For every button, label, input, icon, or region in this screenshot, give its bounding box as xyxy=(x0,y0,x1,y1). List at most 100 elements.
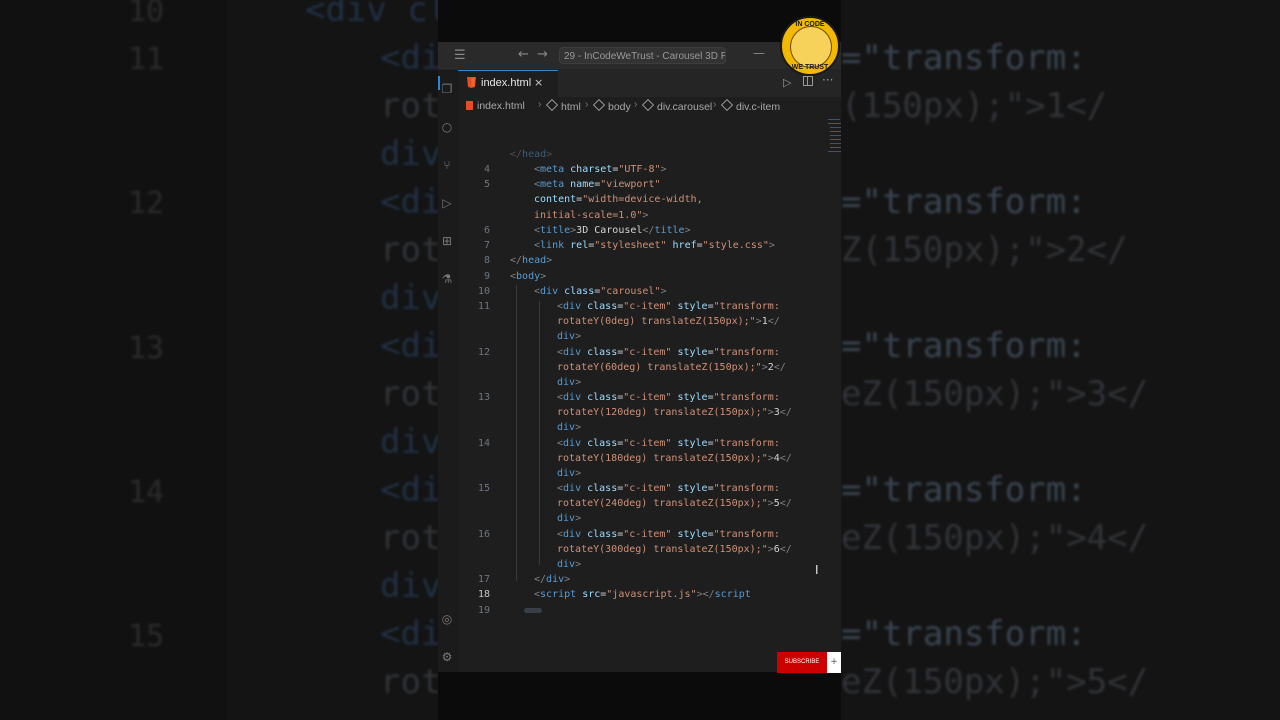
code-line: <link rel="stylesheet" href="style.css"> xyxy=(534,240,775,251)
code-line: rotateY(120deg) translateZ(150px);">3</ xyxy=(557,407,792,418)
breadcrumb-item[interactable]: div.carousel xyxy=(641,98,712,113)
line-number: 19 xyxy=(477,605,490,616)
chevron-right-icon: › xyxy=(713,99,717,110)
indent-guide xyxy=(516,285,517,581)
tab-index-html[interactable]: index.html × xyxy=(458,70,558,97)
subscribe-button[interactable]: SUBSCRIBE xyxy=(777,652,827,673)
breadcrumb-item[interactable]: div.c-item xyxy=(720,98,780,113)
indent-guide xyxy=(539,301,540,565)
breadcrumb-item[interactable]: index.html xyxy=(466,100,525,112)
bg-code-fragment: <di xyxy=(380,38,438,78)
more-actions-icon[interactable]: ··· xyxy=(822,73,833,87)
code-line: div> xyxy=(557,331,582,342)
code-line: <div class="c-item" style="transform: xyxy=(557,483,780,494)
run-icon[interactable]: ▷ xyxy=(783,76,791,89)
bg-code-fragment: <di xyxy=(380,470,438,510)
close-icon[interactable]: × xyxy=(534,76,543,89)
background-left-panel: 10 11 12 13 14 15 <div cl <di rot div <d… xyxy=(0,0,438,720)
code-line: <div class="carousel"> xyxy=(534,286,667,297)
element-icon xyxy=(641,98,655,112)
plus-button[interactable]: + xyxy=(827,652,841,673)
account-icon[interactable]: ◎ xyxy=(440,612,454,626)
minimap[interactable] xyxy=(824,115,841,160)
bg-code-fragment: <div cl xyxy=(305,0,438,30)
bg-code-fragment: div xyxy=(380,278,438,318)
testing-icon[interactable]: ⚗ xyxy=(440,272,454,286)
line-number: 4 xyxy=(483,164,490,175)
bg-code-fragment: rot xyxy=(380,374,438,414)
bg-code-fragment: ="transform: xyxy=(841,470,1087,510)
element-icon xyxy=(720,98,734,112)
line-number: 11 xyxy=(477,301,490,312)
bg-line-number: 13 xyxy=(128,331,165,366)
command-center-search[interactable]: 29 - InCodeWeTrust - Carousel 3D Rota xyxy=(559,47,726,64)
back-arrow-icon[interactable]: ← xyxy=(518,47,529,62)
explorer-icon[interactable]: ❐ xyxy=(440,82,454,96)
settings-gear-icon[interactable]: ⚙ xyxy=(440,650,454,664)
bg-line-number: 15 xyxy=(128,619,165,654)
code-line: rotateY(180deg) translateZ(150px);">4</ xyxy=(557,453,792,464)
line-number: 15 xyxy=(477,483,490,494)
bg-code-fragment: ="transform: xyxy=(841,614,1087,654)
bg-code-fragment: eZ(150px);">3</ xyxy=(841,374,1149,414)
code-line: rotateY(60deg) translateZ(150px);">2</ xyxy=(557,362,786,373)
ghost-text-cursor xyxy=(524,608,542,613)
code-line: <body> xyxy=(510,271,547,282)
code-line: rotateY(240deg) translateZ(150px);">5</ xyxy=(557,498,792,509)
extensions-icon[interactable]: ⊞ xyxy=(440,234,454,248)
code-line: div> xyxy=(557,468,582,479)
minimize-icon[interactable]: — xyxy=(753,46,765,60)
forward-arrow-icon[interactable]: → xyxy=(537,47,548,62)
bg-code-fragment: eZ(150px);">4</ xyxy=(841,518,1149,558)
bg-code-fragment: ="transform: xyxy=(841,182,1087,222)
breadcrumb-item[interactable]: html xyxy=(545,98,581,113)
search-icon[interactable]: ○ xyxy=(440,120,454,134)
code-area[interactable]: 4 5 6 7 8 9 10 11 12 13 14 15 16 17 18 1… xyxy=(458,115,841,672)
element-icon xyxy=(545,98,559,112)
channel-logo: IN CODE WE TRUST xyxy=(780,16,840,76)
bg-code-fragment: <di xyxy=(380,326,438,366)
code-line: <title>3D Carousel</title> xyxy=(534,225,691,236)
bg-code-fragment: rot xyxy=(380,662,438,702)
split-editor-icon[interactable] xyxy=(803,76,813,86)
bg-code-fragment: div xyxy=(380,134,438,174)
code-line: rotateY(300deg) translateZ(150px);">6</ xyxy=(557,544,792,555)
bg-code-fragment: Z(150px);">2</ xyxy=(841,230,1128,270)
line-number: 12 xyxy=(477,347,490,358)
bg-code-fragment: <di xyxy=(380,182,438,222)
bg-code-fragment: ="transform: xyxy=(841,326,1087,366)
chevron-right-icon: › xyxy=(585,99,589,110)
tab-label: index.html xyxy=(481,77,532,89)
line-number: 17 xyxy=(477,574,490,585)
run-debug-icon[interactable]: ▷ xyxy=(440,196,454,210)
breadcrumb-item[interactable]: body xyxy=(592,98,631,113)
bg-line-number: 10 xyxy=(128,0,165,29)
logo-badge xyxy=(790,26,832,68)
background-right-panel: ="transform: (150px);">1</ ="transform: … xyxy=(841,0,1280,720)
line-number: 16 xyxy=(477,529,490,540)
hamburger-icon[interactable]: ☰ xyxy=(454,48,466,63)
code-line: <meta name="viewport" xyxy=(534,179,661,190)
code-line: div> xyxy=(557,559,582,570)
line-number: 13 xyxy=(477,392,490,403)
bg-line-number: 11 xyxy=(128,42,165,77)
bg-code-fragment: <di xyxy=(380,614,438,654)
line-number: 6 xyxy=(483,225,490,236)
code-line: <div class="c-item" style="transform: xyxy=(557,529,780,540)
code-line: div> xyxy=(557,377,582,388)
code-line: div> xyxy=(557,422,582,433)
code-line: <div class="c-item" style="transform: xyxy=(557,301,780,312)
chevron-right-icon: › xyxy=(538,99,542,110)
html-file-icon xyxy=(467,77,476,88)
line-number: 8 xyxy=(483,255,490,266)
source-control-icon[interactable]: ⑂ xyxy=(440,158,454,172)
tab-bar: index.html × ▷ ··· xyxy=(458,70,841,97)
code-line: <div class="c-item" style="transform: xyxy=(557,347,780,358)
code-line: <div class="c-item" style="transform: xyxy=(557,438,780,449)
bg-code-fragment: rot xyxy=(380,518,438,558)
code-line: </head> xyxy=(510,149,553,160)
code-editor-window: ☰ ← → 29 - InCodeWeTrust - Carousel 3D R… xyxy=(438,42,841,672)
line-number: 10 xyxy=(477,286,490,297)
code-line: </div> xyxy=(534,574,571,585)
bg-line-number: 14 xyxy=(128,475,165,510)
